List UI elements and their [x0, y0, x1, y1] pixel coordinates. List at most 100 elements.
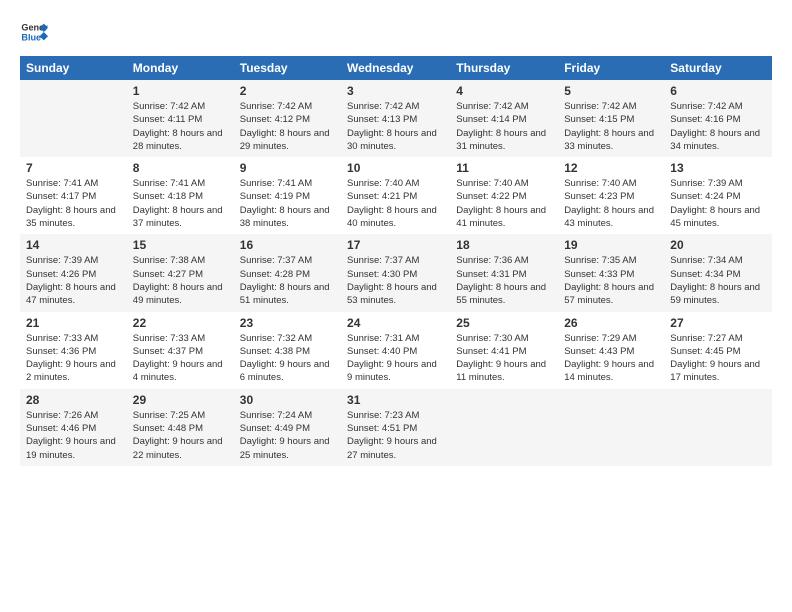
cell-w4-d2: 22Sunrise: 7:33 AMSunset: 4:37 PMDayligh…: [127, 312, 234, 389]
cell-w5-d3: 30 Sunrise: 7:24 AMSunset: 4:49 PMDayligh…: [234, 389, 341, 466]
day-info: Sunrise: 7:41 AMSunset: 4:18 PMDaylight:…: [133, 177, 228, 230]
day-number: 19: [564, 238, 658, 252]
day-info: Sunrise: 7:40 AMSunset: 4:23 PMDaylight:…: [564, 177, 658, 230]
col-header-tuesday: Tuesday: [234, 56, 341, 80]
day-info: Sunrise: 7:42 AMSunset: 4:15 PMDaylight:…: [564, 100, 658, 153]
day-info: Sunrise: 7:34 AMSunset: 4:34 PMDaylight:…: [670, 254, 766, 307]
day-info: Sunrise: 7:42 AMSunset: 4:13 PMDaylight:…: [347, 100, 444, 153]
day-info: Sunrise: 7:37 AMSunset: 4:28 PMDaylight:…: [240, 254, 335, 307]
day-number: 23: [240, 316, 335, 330]
day-number: 10: [347, 161, 444, 175]
cell-w5-d2: 29 Sunrise: 7:25 AMSunset: 4:48 PMDayligh…: [127, 389, 234, 466]
col-header-friday: Friday: [558, 56, 664, 80]
day-number: 16: [240, 238, 335, 252]
calendar-table: SundayMondayTuesdayWednesdayThursdayFrid…: [20, 56, 772, 466]
day-info: Sunrise: 7:23 AMSunset: 4:51 PMDaylight:…: [347, 409, 444, 462]
day-info: Sunrise: 7:41 AMSunset: 4:17 PMDaylight:…: [26, 177, 121, 230]
day-number: 15: [133, 238, 228, 252]
cell-w1-d1: [20, 80, 127, 157]
cell-w4-d4: 24Sunrise: 7:31 AMSunset: 4:40 PMDayligh…: [341, 312, 450, 389]
day-info: Sunrise: 7:30 AMSunset: 4:41 PMDaylight:…: [456, 332, 552, 385]
cell-w1-d4: 3 Sunrise: 7:42 AMSunset: 4:13 PMDaylight…: [341, 80, 450, 157]
cell-w5-d4: 31Sunrise: 7:23 AMSunset: 4:51 PMDayligh…: [341, 389, 450, 466]
day-number: 7: [26, 161, 121, 175]
day-number: 4: [456, 84, 552, 98]
day-number: 29: [133, 393, 228, 407]
logo-icon: General Blue: [20, 18, 48, 46]
cell-w1-d3: 2 Sunrise: 7:42 AMSunset: 4:12 PMDaylight…: [234, 80, 341, 157]
day-info: Sunrise: 7:40 AMSunset: 4:21 PMDaylight:…: [347, 177, 444, 230]
cell-w3-d6: 19 Sunrise: 7:35 AMSunset: 4:33 PMDayligh…: [558, 234, 664, 311]
day-number: 14: [26, 238, 121, 252]
week-row-1: 1 Sunrise: 7:42 AMSunset: 4:11 PMDaylight…: [20, 80, 772, 157]
week-row-3: 14 Sunrise: 7:39 AMSunset: 4:26 PMDayligh…: [20, 234, 772, 311]
day-number: 22: [133, 316, 228, 330]
cell-w5-d5: [450, 389, 558, 466]
cell-w2-d4: 10 Sunrise: 7:40 AMSunset: 4:21 PMDayligh…: [341, 157, 450, 234]
header-row: SundayMondayTuesdayWednesdayThursdayFrid…: [20, 56, 772, 80]
day-number: 25: [456, 316, 552, 330]
day-number: 21: [26, 316, 121, 330]
col-header-thursday: Thursday: [450, 56, 558, 80]
day-number: 20: [670, 238, 766, 252]
day-info: Sunrise: 7:24 AMSunset: 4:49 PMDaylight:…: [240, 409, 335, 462]
week-row-5: 28Sunrise: 7:26 AMSunset: 4:46 PMDayligh…: [20, 389, 772, 466]
day-number: 27: [670, 316, 766, 330]
day-info: Sunrise: 7:37 AMSunset: 4:30 PMDaylight:…: [347, 254, 444, 307]
day-number: 1: [133, 84, 228, 98]
cell-w4-d6: 26 Sunrise: 7:29 AMSunset: 4:43 PMDayligh…: [558, 312, 664, 389]
day-info: Sunrise: 7:32 AMSunset: 4:38 PMDaylight:…: [240, 332, 335, 385]
day-number: 11: [456, 161, 552, 175]
week-row-2: 7 Sunrise: 7:41 AMSunset: 4:17 PMDaylight…: [20, 157, 772, 234]
day-info: Sunrise: 7:42 AMSunset: 4:16 PMDaylight:…: [670, 100, 766, 153]
cell-w4-d7: 27 Sunrise: 7:27 AMSunset: 4:45 PMDayligh…: [664, 312, 772, 389]
day-info: Sunrise: 7:42 AMSunset: 4:11 PMDaylight:…: [133, 100, 228, 153]
cell-w4-d1: 21 Sunrise: 7:33 AMSunset: 4:36 PMDayligh…: [20, 312, 127, 389]
cell-w3-d3: 16 Sunrise: 7:37 AMSunset: 4:28 PMDayligh…: [234, 234, 341, 311]
day-number: 17: [347, 238, 444, 252]
cell-w5-d7: [664, 389, 772, 466]
cell-w2-d1: 7 Sunrise: 7:41 AMSunset: 4:17 PMDaylight…: [20, 157, 127, 234]
day-info: Sunrise: 7:35 AMSunset: 4:33 PMDaylight:…: [564, 254, 658, 307]
day-info: Sunrise: 7:42 AMSunset: 4:14 PMDaylight:…: [456, 100, 552, 153]
day-info: Sunrise: 7:33 AMSunset: 4:36 PMDaylight:…: [26, 332, 121, 385]
col-header-monday: Monday: [127, 56, 234, 80]
cell-w2-d2: 8 Sunrise: 7:41 AMSunset: 4:18 PMDaylight…: [127, 157, 234, 234]
cell-w3-d4: 17 Sunrise: 7:37 AMSunset: 4:30 PMDayligh…: [341, 234, 450, 311]
day-number: 30: [240, 393, 335, 407]
day-number: 8: [133, 161, 228, 175]
day-info: Sunrise: 7:27 AMSunset: 4:45 PMDaylight:…: [670, 332, 766, 385]
day-info: Sunrise: 7:42 AMSunset: 4:12 PMDaylight:…: [240, 100, 335, 153]
cell-w2-d6: 12 Sunrise: 7:40 AMSunset: 4:23 PMDayligh…: [558, 157, 664, 234]
cell-w4-d5: 25 Sunrise: 7:30 AMSunset: 4:41 PMDayligh…: [450, 312, 558, 389]
cell-w1-d2: 1 Sunrise: 7:42 AMSunset: 4:11 PMDaylight…: [127, 80, 234, 157]
day-info: Sunrise: 7:39 AMSunset: 4:26 PMDaylight:…: [26, 254, 121, 307]
col-header-wednesday: Wednesday: [341, 56, 450, 80]
day-info: Sunrise: 7:25 AMSunset: 4:48 PMDaylight:…: [133, 409, 228, 462]
col-header-sunday: Sunday: [20, 56, 127, 80]
cell-w2-d3: 9Sunrise: 7:41 AMSunset: 4:19 PMDaylight…: [234, 157, 341, 234]
cell-w2-d7: 13Sunrise: 7:39 AMSunset: 4:24 PMDayligh…: [664, 157, 772, 234]
day-number: 3: [347, 84, 444, 98]
day-number: 9: [240, 161, 335, 175]
day-number: 18: [456, 238, 552, 252]
cell-w3-d7: 20 Sunrise: 7:34 AMSunset: 4:34 PMDayligh…: [664, 234, 772, 311]
day-info: Sunrise: 7:29 AMSunset: 4:43 PMDaylight:…: [564, 332, 658, 385]
cell-w2-d5: 11 Sunrise: 7:40 AMSunset: 4:22 PMDayligh…: [450, 157, 558, 234]
day-number: 2: [240, 84, 335, 98]
day-info: Sunrise: 7:40 AMSunset: 4:22 PMDaylight:…: [456, 177, 552, 230]
day-number: 6: [670, 84, 766, 98]
svg-text:Blue: Blue: [21, 32, 41, 42]
logo: General Blue: [20, 18, 52, 46]
day-number: 26: [564, 316, 658, 330]
cell-w3-d2: 15Sunrise: 7:38 AMSunset: 4:27 PMDayligh…: [127, 234, 234, 311]
cell-w5-d1: 28Sunrise: 7:26 AMSunset: 4:46 PMDayligh…: [20, 389, 127, 466]
week-row-4: 21 Sunrise: 7:33 AMSunset: 4:36 PMDayligh…: [20, 312, 772, 389]
cell-w5-d6: [558, 389, 664, 466]
header: General Blue: [20, 18, 772, 46]
day-number: 12: [564, 161, 658, 175]
cell-w1-d7: 6 Sunrise: 7:42 AMSunset: 4:16 PMDaylight…: [664, 80, 772, 157]
col-header-saturday: Saturday: [664, 56, 772, 80]
day-number: 13: [670, 161, 766, 175]
main-container: General Blue SundayMondayTuesdayWednesda…: [0, 0, 792, 476]
